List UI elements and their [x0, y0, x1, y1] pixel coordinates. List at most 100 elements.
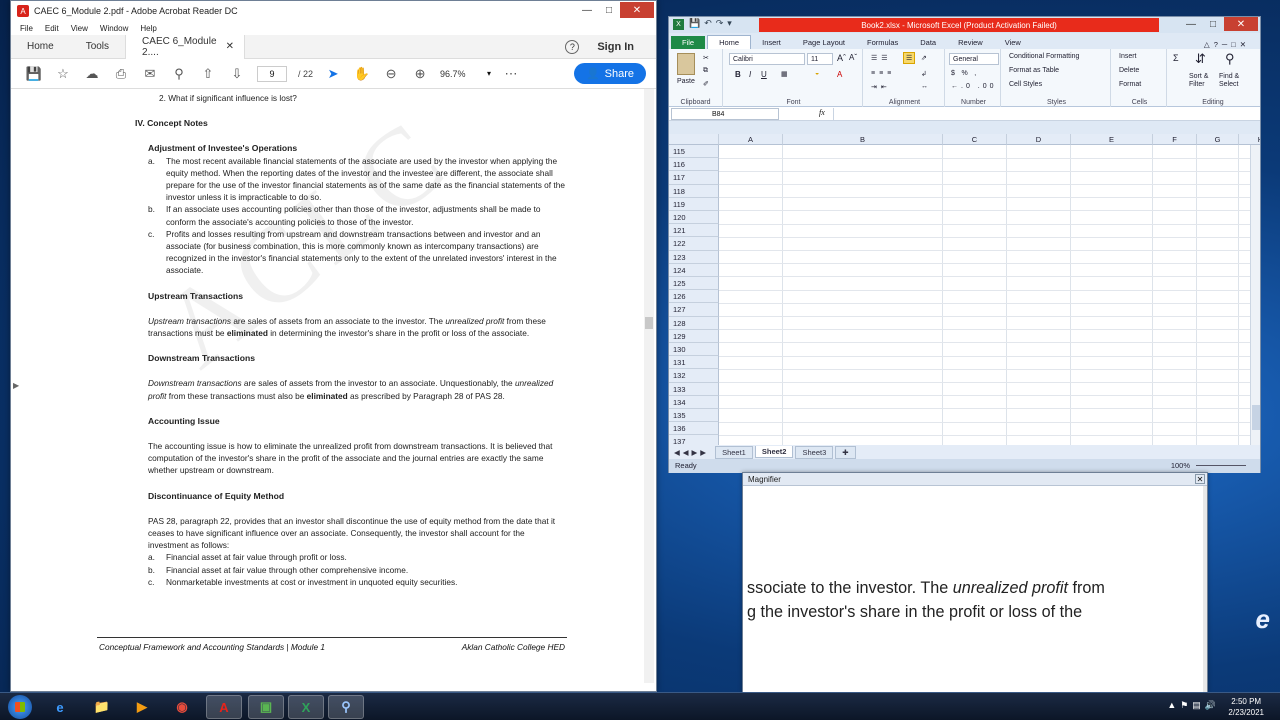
sign-in-button[interactable]: Sign In: [597, 41, 634, 53]
tab-file[interactable]: File: [671, 36, 706, 49]
tab-close-icon[interactable]: ✕: [226, 41, 234, 52]
search-icon[interactable]: ⚲: [170, 65, 188, 83]
row-header[interactable]: 130: [669, 343, 719, 357]
fx-icon[interactable]: fx: [819, 108, 825, 117]
shrink-font-icon[interactable]: Aˇ: [849, 53, 857, 62]
underline-button[interactable]: U: [761, 70, 767, 79]
menu-view[interactable]: View: [71, 24, 88, 33]
vertical-align-icons[interactable]: ☰☰: [871, 54, 892, 62]
paste-icon[interactable]: [677, 53, 695, 75]
column-header[interactable]: H: [1239, 134, 1260, 145]
zoom-dropdown-icon[interactable]: ▾: [487, 69, 491, 78]
tab-formulas[interactable]: Formulas: [856, 36, 909, 49]
upload-cloud-icon[interactable]: ☁: [83, 65, 101, 83]
zoom-level[interactable]: 96.7%: [440, 69, 476, 79]
bookmark-star-icon[interactable]: ☆: [54, 65, 72, 83]
column-header[interactable]: D: [1007, 134, 1071, 145]
select-all-corner[interactable]: [669, 134, 719, 145]
share-button[interactable]: 👤 Share: [573, 63, 646, 84]
indent-icons[interactable]: ⇥⇤: [871, 83, 891, 91]
row-header[interactable]: 117: [669, 171, 719, 185]
orientation-icon[interactable]: ⇗: [921, 54, 927, 62]
clock[interactable]: 2:50 PM 2/23/2021: [1228, 696, 1264, 718]
tab-view[interactable]: View: [994, 36, 1032, 49]
column-header[interactable]: E: [1071, 134, 1153, 145]
excel-vertical-scrollbar[interactable]: [1250, 145, 1260, 445]
copy-icon[interactable]: ⧉: [703, 67, 708, 75]
minimize-button[interactable]: —: [576, 2, 598, 18]
pdf-vertical-scrollbar[interactable]: [644, 89, 654, 683]
system-tray-icons[interactable]: ▲⚑▤🔊: [1167, 700, 1220, 711]
row-header[interactable]: 131: [669, 356, 719, 370]
taskbar-acrobat-icon[interactable]: A: [206, 695, 242, 719]
paste-button[interactable]: Paste: [677, 78, 695, 85]
scrollbar-thumb[interactable]: [645, 317, 653, 329]
magnifier-close-icon[interactable]: ✕: [1195, 474, 1205, 484]
decimal-icons[interactable]: ←.0 .00: [951, 83, 997, 90]
row-header[interactable]: 119: [669, 197, 719, 212]
middle-align-icon[interactable]: ☰: [903, 52, 916, 64]
taskbar-excel-icon[interactable]: X: [288, 695, 324, 719]
taskbar-explorer-icon[interactable]: 📁: [84, 695, 120, 719]
row-header[interactable]: 133: [669, 382, 719, 396]
column-header[interactable]: A: [719, 134, 783, 145]
page-number-input[interactable]: 9: [257, 65, 287, 82]
wrap-text-icon[interactable]: ↲: [921, 70, 927, 78]
pdf-document-view[interactable]: ACLC 2. What if significant influence is…: [23, 89, 642, 683]
cell-styles-button[interactable]: Cell Styles: [1009, 81, 1042, 88]
excel-close-button[interactable]: ✕: [1224, 17, 1258, 31]
row-header[interactable]: 125: [669, 277, 719, 291]
zoom-in-icon[interactable]: ⊕: [411, 65, 429, 83]
quick-access-toolbar[interactable]: 💾↶↷▾: [689, 18, 736, 29]
ribbon-help-icons[interactable]: △?─□✕: [1204, 40, 1250, 49]
tab-insert[interactable]: Insert: [751, 36, 792, 49]
taskbar-magnifier-icon[interactable]: ⚲: [328, 695, 364, 719]
taskbar-app-icon[interactable]: ▣: [248, 695, 284, 719]
worksheet-grid[interactable]: ABCDEFGH11511611711811912012112212312412…: [669, 134, 1260, 445]
row-header[interactable]: 129: [669, 329, 719, 344]
autosum-icon[interactable]: Σ: [1173, 53, 1179, 63]
help-icon[interactable]: ?: [565, 39, 580, 54]
font-name-select[interactable]: Calibri: [729, 53, 805, 65]
column-header[interactable]: F: [1153, 134, 1197, 145]
font-color-icon[interactable]: A: [837, 70, 842, 79]
horizontal-align-icons[interactable]: ≡≡≡: [871, 70, 895, 77]
cut-icon[interactable]: ✂: [703, 54, 709, 62]
fill-color-icon[interactable]: ◒: [815, 70, 819, 77]
format-cells-button[interactable]: Format: [1119, 81, 1141, 88]
maximize-button[interactable]: □: [598, 2, 620, 18]
currency-percent-icons[interactable]: $ % ,: [951, 70, 979, 77]
taskbar-chrome-icon[interactable]: ◉: [164, 695, 200, 719]
row-header[interactable]: 115: [669, 145, 719, 159]
excel-minimize-button[interactable]: —: [1180, 17, 1202, 31]
zoom-out-icon[interactable]: ⊖: [382, 65, 400, 83]
find-select-button[interactable]: Find & Select: [1219, 73, 1249, 89]
sheet-tab-3[interactable]: Sheet3: [795, 445, 834, 459]
row-header[interactable]: 123: [669, 250, 719, 264]
magnifier-scrollbar[interactable]: [1203, 486, 1207, 692]
row-header[interactable]: 116: [669, 158, 719, 172]
tab-page-layout[interactable]: Page Layout: [792, 36, 856, 49]
scrollbar-thumb[interactable]: [1252, 405, 1260, 430]
row-header[interactable]: 120: [669, 211, 719, 225]
select-cursor-icon[interactable]: ➤: [324, 65, 342, 83]
formula-input[interactable]: [833, 108, 1256, 120]
grow-font-icon[interactable]: Aˆ: [837, 53, 846, 63]
row-header[interactable]: 132: [669, 369, 719, 383]
menu-help[interactable]: Help: [140, 24, 156, 33]
row-header[interactable]: 137: [669, 435, 719, 445]
row-header[interactable]: 124: [669, 263, 719, 278]
bold-button[interactable]: B: [735, 70, 741, 79]
page-down-icon[interactable]: ⇩: [228, 65, 246, 83]
zoom-slider[interactable]: [1196, 465, 1246, 466]
row-header[interactable]: 128: [669, 316, 719, 330]
insert-cells-button[interactable]: Insert: [1119, 53, 1137, 60]
format-painter-icon[interactable]: ✐: [703, 80, 709, 88]
row-header[interactable]: 127: [669, 303, 719, 317]
tab-tools[interactable]: Tools: [70, 41, 125, 52]
insert-sheet-icon[interactable]: ✚: [835, 445, 856, 459]
row-header[interactable]: 122: [669, 237, 719, 251]
name-box[interactable]: B84: [671, 108, 779, 120]
email-icon[interactable]: ✉: [141, 65, 159, 83]
row-header[interactable]: 126: [669, 290, 719, 304]
